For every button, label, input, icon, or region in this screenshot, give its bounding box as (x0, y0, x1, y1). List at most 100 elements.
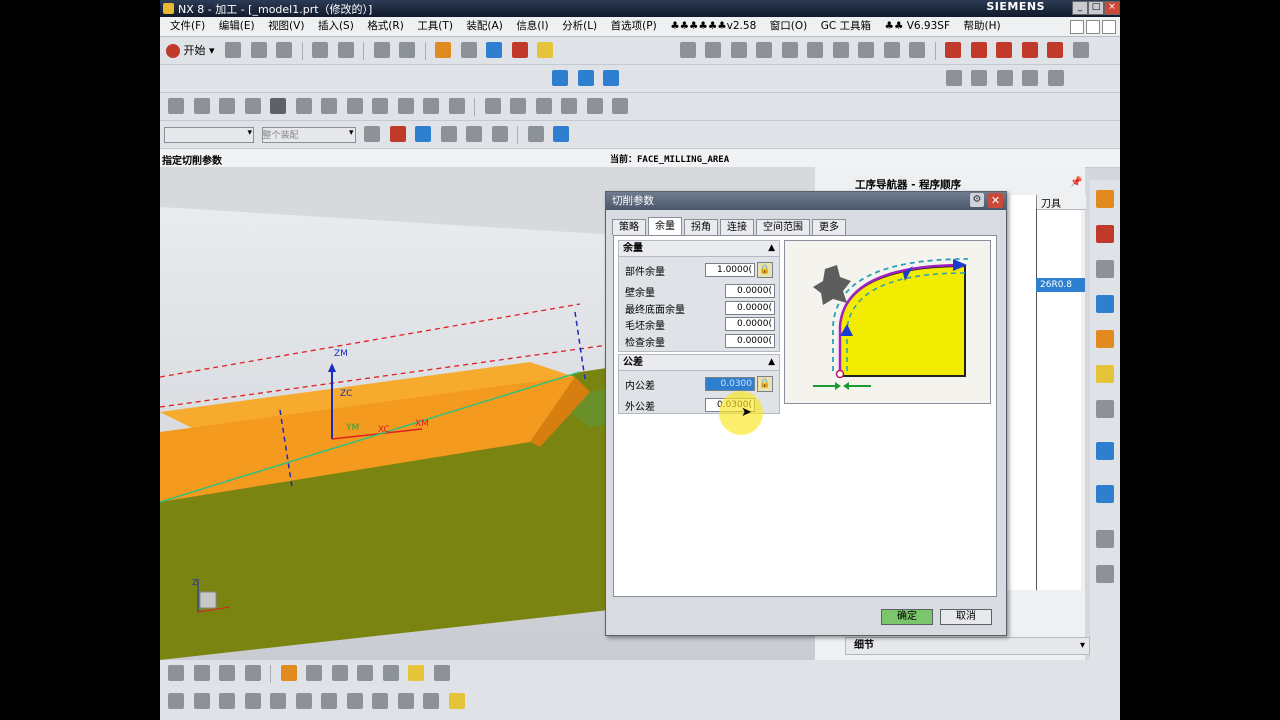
curve-icon-5[interactable] (448, 98, 465, 114)
redo-icon[interactable] (337, 42, 354, 58)
op-icon-2[interactable] (705, 42, 722, 58)
offset-icon[interactable] (295, 98, 312, 114)
window-close-button[interactable] (1102, 20, 1116, 34)
arc-icon[interactable] (219, 98, 235, 114)
intol-input[interactable]: 0.0300 (705, 377, 755, 391)
bottom-icon-12[interactable] (168, 693, 184, 709)
menu-view[interactable]: 视图(V) (268, 17, 304, 36)
bottom-icon-13[interactable] (193, 693, 210, 709)
library-icon[interactable] (1096, 365, 1114, 383)
refresh-icon[interactable] (511, 42, 528, 58)
snap-point-icon[interactable] (389, 126, 406, 142)
menu-plugin2[interactable]: ♣♣ V6.93SF (885, 17, 950, 36)
chevron-up-icon[interactable]: ▲ (768, 355, 775, 370)
menu-preferences[interactable]: 首选项(P) (611, 17, 657, 36)
cube-icon[interactable] (553, 126, 569, 142)
menu-edit[interactable]: 编辑(E) (219, 17, 255, 36)
machine-tool-icon[interactable] (1096, 225, 1114, 243)
menu-insert[interactable]: 插入(S) (318, 17, 354, 36)
list-icon[interactable] (1096, 565, 1114, 583)
create-program-icon[interactable] (435, 42, 452, 58)
menu-gc-toolbox[interactable]: GC 工具箱 (821, 17, 871, 36)
menu-format[interactable]: 格式(R) (367, 17, 404, 36)
bottom-icon-20[interactable] (372, 693, 388, 709)
menu-file[interactable]: 文件(F) (170, 17, 205, 36)
tab-containment[interactable]: 空间范围 (756, 219, 810, 235)
bottom-icon-14[interactable] (219, 693, 235, 709)
measure-icon[interactable] (537, 42, 554, 58)
sketch-icon-3[interactable] (996, 70, 1013, 86)
sketch-icon-5[interactable] (1047, 70, 1064, 86)
tab-connections[interactable]: 连接 (720, 219, 754, 235)
curve-icon-1[interactable] (346, 98, 363, 114)
bottom-icon-2[interactable] (193, 665, 210, 681)
method-icon[interactable] (1096, 295, 1114, 313)
menu-analysis[interactable]: 分析(L) (562, 17, 597, 36)
op-icon-6[interactable] (807, 42, 824, 58)
curve-icon-2[interactable] (372, 98, 388, 114)
bottom-icon-3[interactable] (219, 665, 235, 681)
column-header-tool[interactable]: 刀具 (1036, 195, 1086, 210)
cut-icon[interactable] (373, 42, 390, 58)
bottom-icon-10[interactable] (408, 665, 424, 681)
select-icon-1[interactable] (440, 126, 457, 142)
bottom-icon-17[interactable] (295, 693, 312, 709)
bottom-icon-9[interactable] (382, 665, 399, 681)
shaded-view-icon[interactable] (577, 70, 594, 86)
bottom-icon-7[interactable] (331, 665, 348, 681)
op-icon-10[interactable] (909, 42, 926, 58)
orient-view-icon[interactable] (603, 70, 619, 86)
bottom-icon-8[interactable] (357, 665, 373, 681)
lock-icon[interactable]: 🔒 (757, 376, 773, 392)
tab-strategy[interactable]: 策略 (612, 219, 646, 235)
op-icon-16[interactable] (1072, 42, 1089, 58)
sketch-icon-4[interactable] (1022, 70, 1038, 86)
gear-icon[interactable]: ⚙ (970, 193, 984, 207)
new-file-icon[interactable] (225, 42, 242, 58)
program-order-icon[interactable] (1096, 260, 1114, 278)
ok-button[interactable]: 确定 (881, 609, 933, 625)
start-button[interactable]: 开始 ▾ (166, 42, 215, 58)
floor-stock-input[interactable]: 0.0000( (725, 301, 775, 315)
curve-icon-3[interactable] (397, 98, 414, 114)
op-icon-12[interactable] (970, 42, 987, 58)
sketch-icon-2[interactable] (971, 70, 987, 86)
rectangle-icon[interactable] (244, 98, 261, 114)
select-icon-2[interactable] (466, 126, 482, 142)
op-icon-3[interactable] (730, 42, 747, 58)
op-icon-8[interactable] (858, 42, 875, 58)
curve-icon-7[interactable] (510, 98, 526, 114)
op-icon-15[interactable] (1047, 42, 1064, 58)
menu-help[interactable]: 帮助(H) (963, 17, 1000, 36)
lock-icon[interactable]: 🔒 (757, 262, 773, 278)
app-close-button[interactable]: × (1104, 1, 1120, 15)
tab-stock[interactable]: 余量 (648, 217, 682, 235)
stock-section-header[interactable]: 余量 ▲ (619, 241, 779, 257)
fit-view-icon[interactable] (552, 70, 568, 86)
line-icon[interactable] (168, 98, 184, 114)
op-icon-7[interactable] (832, 42, 849, 58)
save-icon[interactable] (276, 42, 293, 58)
bottom-icon-16[interactable] (270, 693, 286, 709)
app-maximize-button[interactable]: □ (1088, 1, 1104, 15)
curve-icon-9[interactable] (561, 98, 577, 114)
table-row-selected[interactable]: 26R0.8 (1036, 278, 1085, 292)
pin-icon[interactable]: 📌 (1070, 177, 1082, 188)
clock-icon[interactable] (1096, 530, 1114, 548)
bottom-icon-1[interactable] (168, 665, 184, 681)
curve-icon-6[interactable] (484, 98, 501, 114)
arrow-icon[interactable] (415, 126, 431, 142)
text-icon[interactable] (270, 98, 286, 114)
spline-icon[interactable] (193, 98, 210, 114)
curve-icon-8[interactable] (535, 98, 552, 114)
check-stock-input[interactable]: 0.0000( (725, 334, 775, 348)
bottom-icon-6[interactable] (306, 665, 322, 681)
menu-tools[interactable]: 工具(T) (417, 17, 453, 36)
bottom-icon-19[interactable] (346, 693, 363, 709)
geometry-icon[interactable] (1096, 330, 1114, 348)
op-icon-9[interactable] (883, 42, 900, 58)
tolerance-section-header[interactable]: 公差 ▲ (619, 355, 779, 371)
close-icon[interactable]: ✕ (988, 193, 1003, 208)
palette-icon[interactable] (1096, 400, 1114, 418)
curve-icon-10[interactable] (586, 98, 603, 114)
